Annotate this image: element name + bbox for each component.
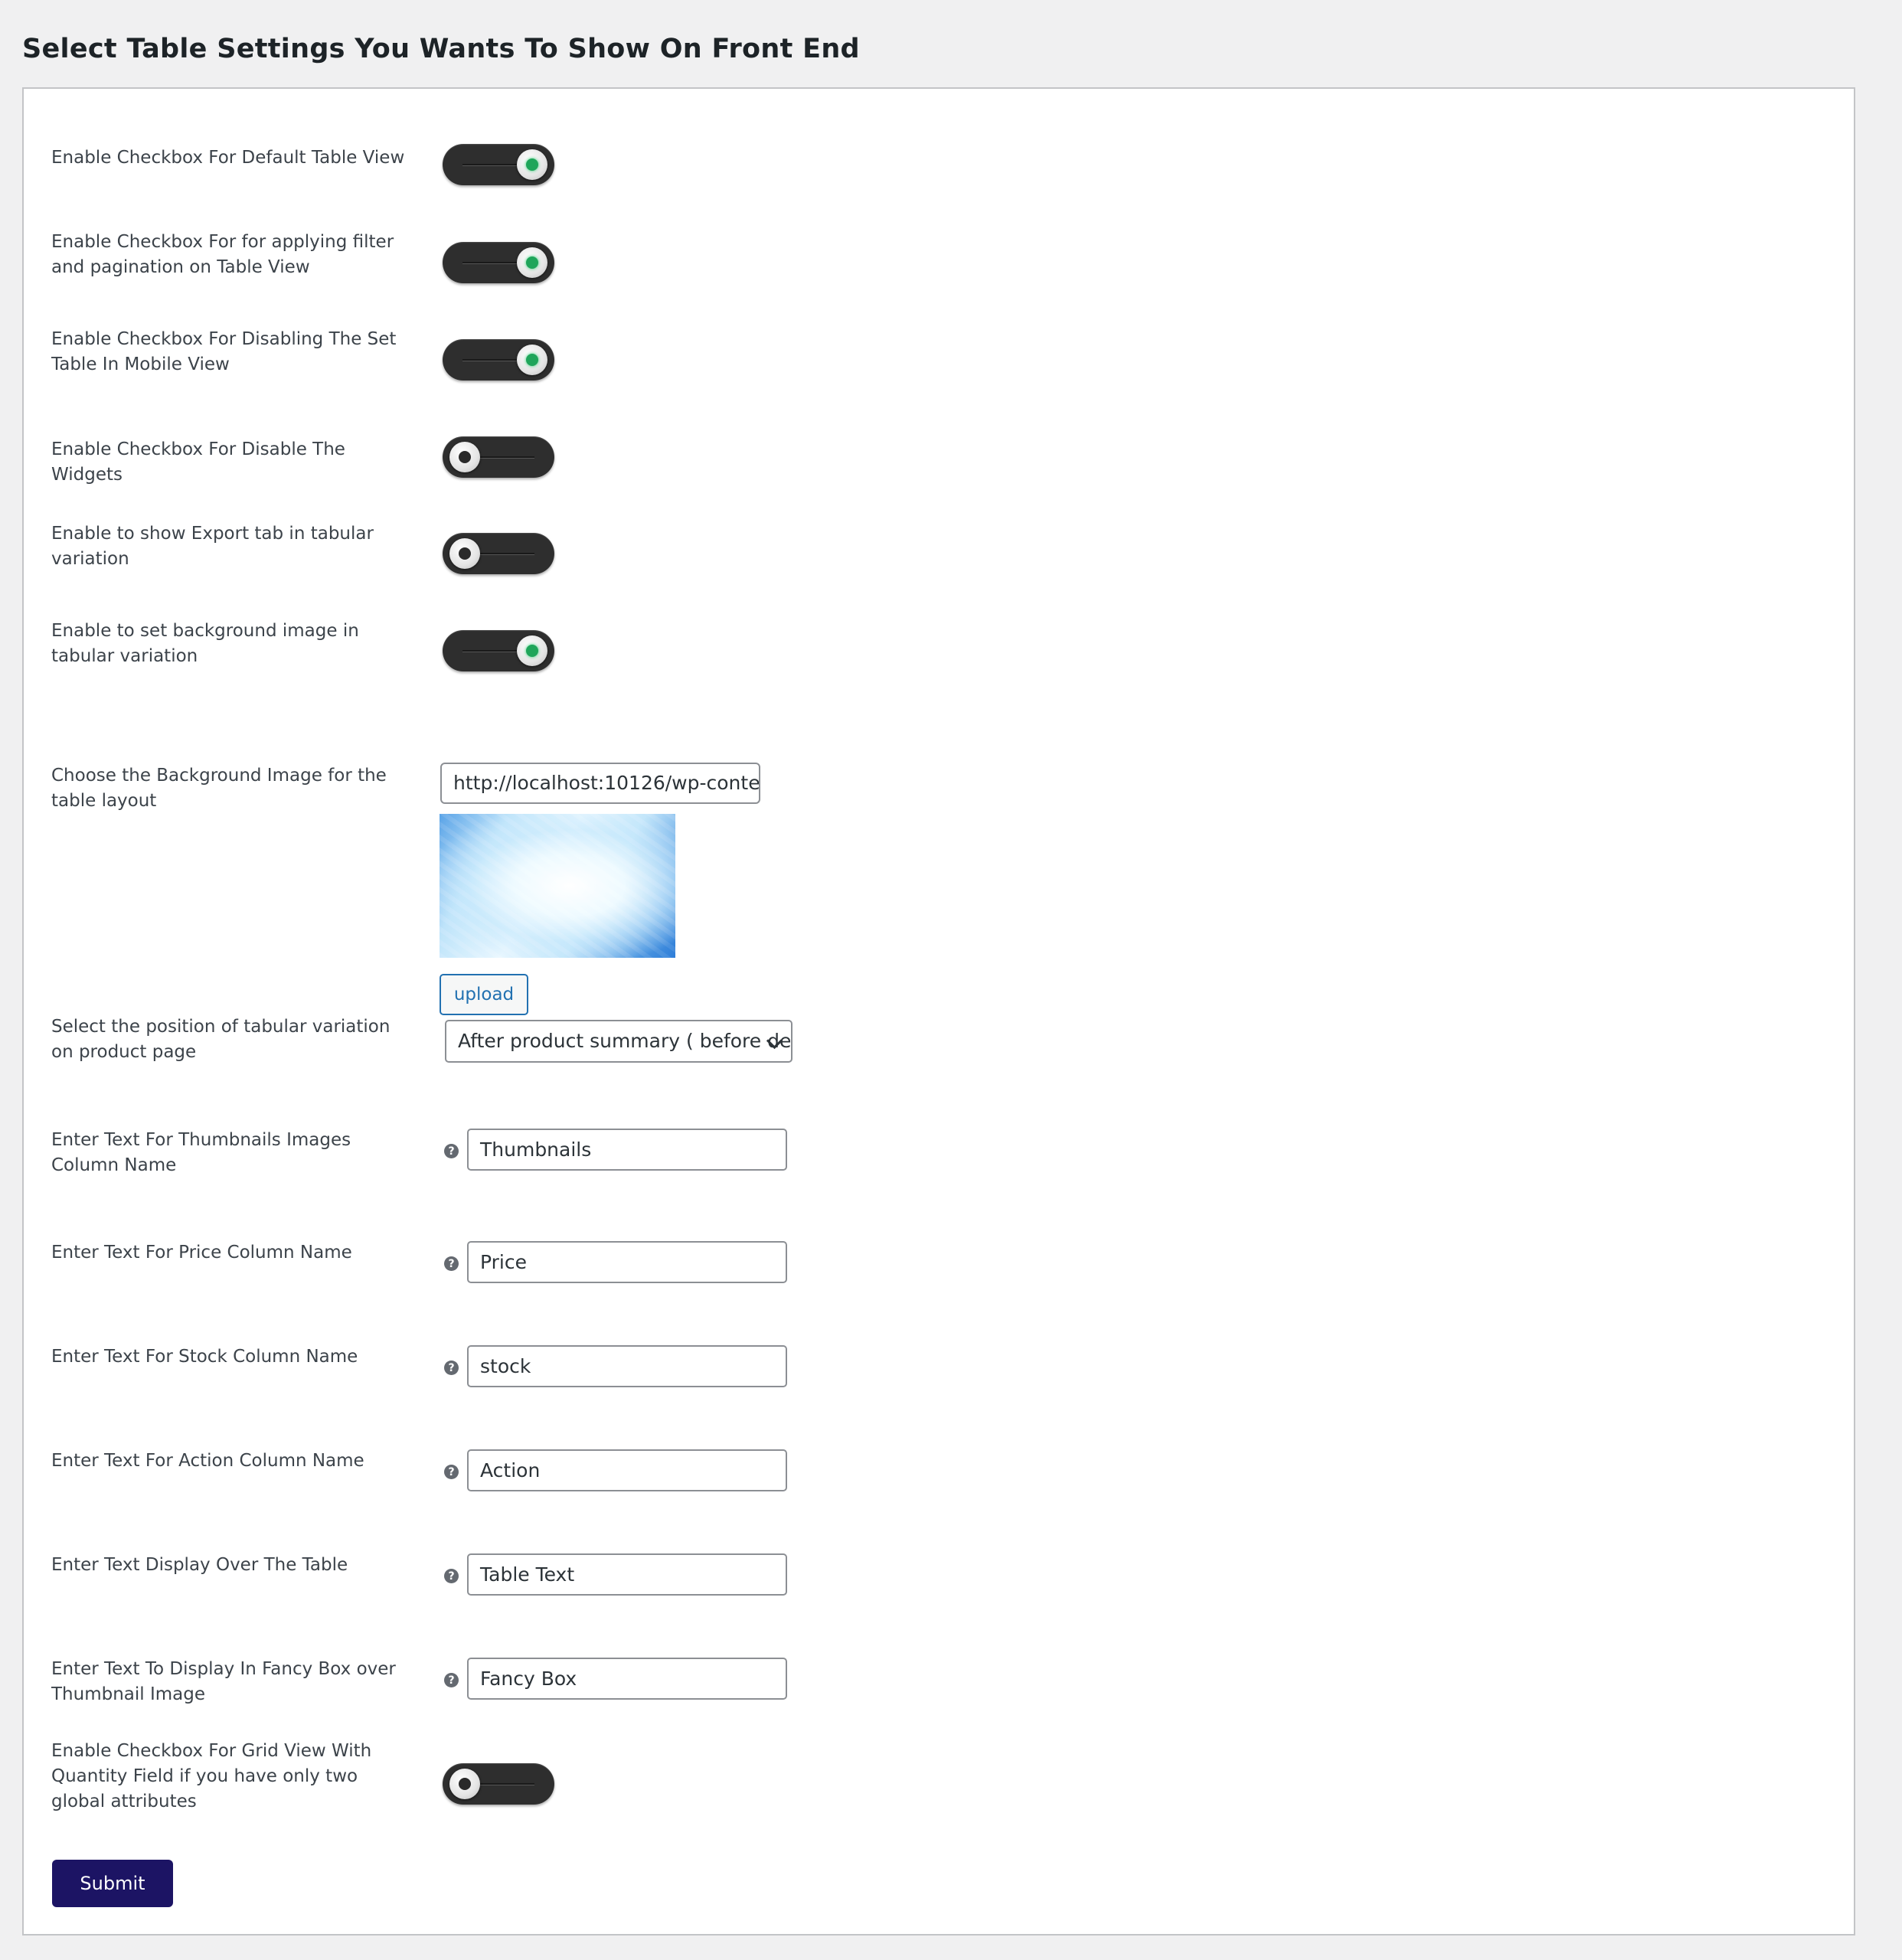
grid-view-label: Enable Checkbox For Grid View With Quant… [51,1741,372,1811]
help-icon[interactable]: ? [444,1144,459,1158]
default-table-view-label: Enable Checkbox For Default Table View [51,148,405,168]
position-label: Select the position of tabular variation… [51,1017,391,1062]
background-image-url-value: http://localhost:10126/wp-conter [453,772,760,794]
help-icon[interactable]: ? [444,1673,459,1687]
price-column-input[interactable]: Price [467,1241,787,1283]
position-select[interactable]: After product summary ( before de [445,1020,792,1063]
price-column-value: Price [480,1251,527,1273]
thumbnails-column-value: Thumbnails [480,1138,592,1161]
action-column-input[interactable]: Action [467,1449,787,1491]
action-column-value: Action [480,1459,541,1481]
mobile-view-toggle[interactable] [443,339,554,381]
price-column-label: Enter Text For Price Column Name [51,1243,352,1263]
page-title: Select Table Settings You Wants To Show … [22,34,860,64]
fancy-box-label: Enter Text To Display In Fancy Box over … [51,1659,396,1704]
background-image-url-input[interactable]: http://localhost:10126/wp-conter [440,763,760,804]
submit-button[interactable]: Submit [52,1860,173,1907]
stock-column-label: Enter Text For Stock Column Name [51,1347,358,1367]
fancy-box-input[interactable]: Fancy Box [467,1658,787,1700]
default-table-view-toggle[interactable] [443,144,554,185]
position-selected-value: After product summary ( before de [458,1030,792,1052]
table-text-label: Enter Text Display Over The Table [51,1555,348,1575]
grid-view-toggle[interactable] [443,1763,554,1805]
export-tab-label: Enable to show Export tab in tabular var… [51,524,374,569]
mobile-view-label: Enable Checkbox For Disabling The Set Ta… [51,329,397,374]
background-image-preview [440,814,675,958]
fancy-box-value: Fancy Box [480,1668,577,1690]
table-text-value: Table Text [480,1563,575,1586]
stock-column-input[interactable]: stock [467,1345,787,1387]
thumbnails-column-input[interactable]: Thumbnails [467,1129,787,1171]
help-icon[interactable]: ? [444,1256,459,1271]
background-image-enable-label: Enable to set background image in tabula… [51,621,359,666]
background-image-enable-toggle[interactable] [443,630,554,671]
thumbnails-column-label: Enter Text For Thumbnails Images Column … [51,1130,351,1175]
filter-pagination-label: Enable Checkbox For for applying filter … [51,232,394,277]
action-column-label: Enter Text For Action Column Name [51,1451,364,1471]
help-icon[interactable]: ? [444,1465,459,1479]
help-icon[interactable]: ? [444,1361,459,1375]
help-icon[interactable]: ? [444,1569,459,1583]
stock-column-value: stock [480,1355,531,1377]
disable-widgets-toggle[interactable] [443,436,554,478]
upload-button[interactable]: upload [440,974,528,1015]
table-text-input[interactable]: Table Text [467,1553,787,1596]
export-tab-toggle[interactable] [443,533,554,574]
background-image-label: Choose the Background Image for the tabl… [51,766,387,811]
disable-widgets-label: Enable Checkbox For Disable The Widgets [51,439,345,485]
filter-pagination-toggle[interactable] [443,242,554,283]
